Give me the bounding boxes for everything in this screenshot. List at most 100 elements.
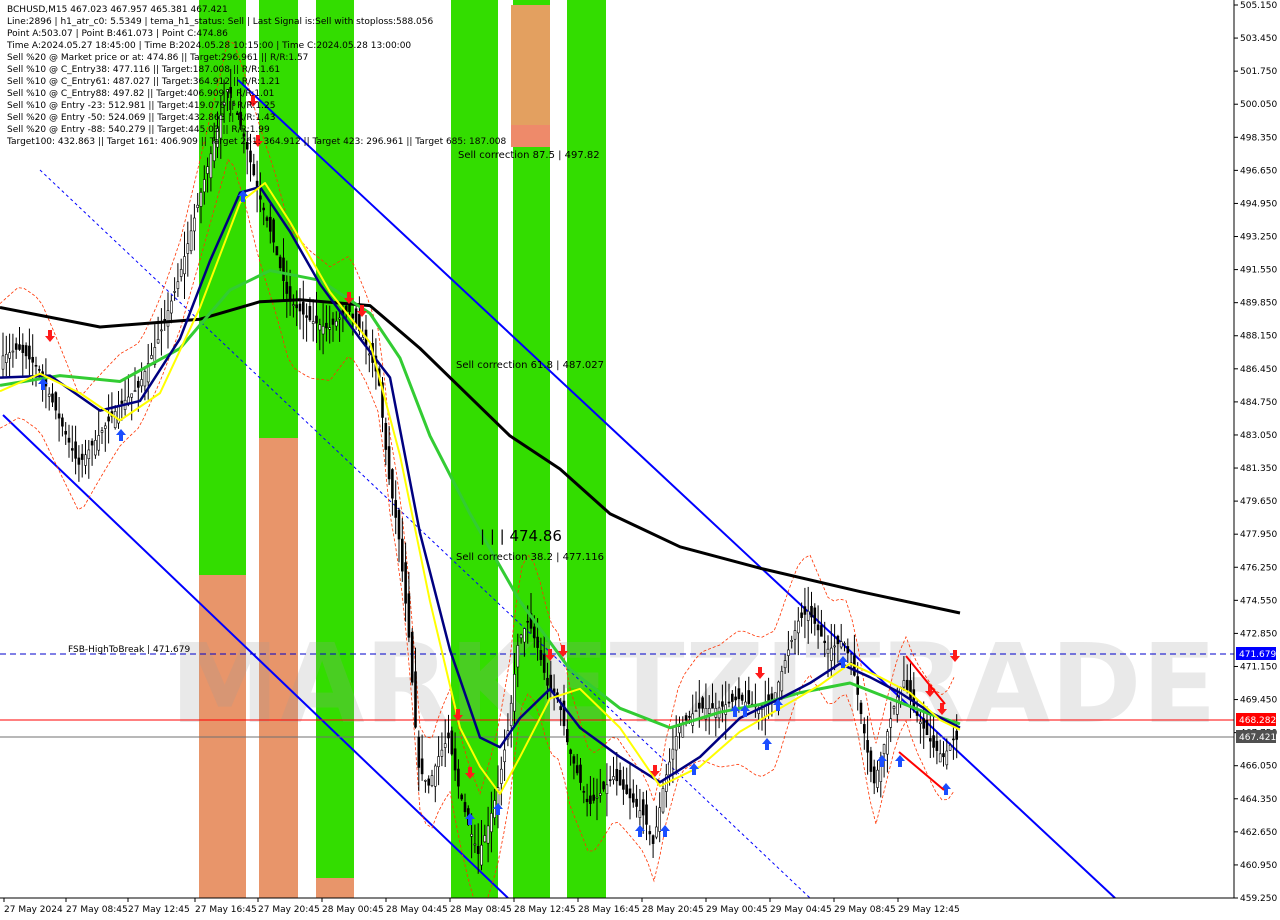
candle — [130, 393, 133, 421]
candle — [400, 518, 404, 582]
candle-body — [143, 371, 147, 387]
candle-body — [100, 430, 104, 433]
candle-body — [170, 300, 173, 314]
info-line: Sell %10 @ C_Entry38: 477.116 || Target:… — [7, 65, 281, 75]
time-tick-label: 28 May 16:45 — [578, 905, 640, 915]
candle — [298, 287, 302, 330]
candle — [430, 769, 434, 788]
candle-body — [697, 702, 701, 709]
price-tick-label: 496.650 — [1240, 166, 1277, 176]
candle-body — [437, 756, 440, 768]
candle — [404, 542, 407, 622]
candle — [424, 779, 427, 793]
candle-body — [625, 784, 629, 794]
candle-body — [417, 736, 421, 768]
fsb-price-tag-text: 471.679 — [1239, 650, 1276, 660]
candle-body — [843, 643, 846, 645]
candle — [612, 756, 615, 785]
price-tick-label: 469.450 — [1240, 696, 1277, 706]
candle-body — [351, 313, 355, 319]
candle — [21, 333, 25, 376]
candle-body — [249, 150, 252, 163]
candle-body — [433, 765, 437, 787]
price-tick-label: 489.850 — [1240, 299, 1277, 309]
time-axis[interactable]: 27 May 2024 27 May 08:45 27 May 12:45 27 Ma… — [0, 897, 1234, 915]
candle-body — [816, 624, 820, 631]
price-tick-label: 462.650 — [1240, 828, 1277, 838]
time-tick-label: 28 May 08:45 — [450, 905, 512, 915]
candle-body — [31, 356, 35, 363]
candle-body — [328, 327, 332, 330]
candle-body — [490, 813, 493, 833]
zone-bar-top — [511, 5, 550, 125]
candle-body — [655, 826, 658, 838]
candle-body — [582, 791, 586, 793]
candle — [14, 337, 18, 359]
zone-bar-top — [511, 125, 550, 147]
candle-body — [54, 392, 58, 411]
buy-arrow-icon — [116, 429, 126, 441]
candle-body — [532, 626, 536, 639]
candle-body — [367, 353, 371, 356]
candle — [608, 765, 612, 787]
candle — [170, 295, 173, 324]
candle-body — [104, 425, 107, 429]
sell-correction-382-label: Sell correction 38.2 | 477.116 — [456, 552, 604, 563]
candle-body — [301, 301, 305, 315]
candle-body — [648, 831, 652, 835]
candle — [648, 825, 652, 846]
candle — [107, 394, 110, 444]
candle-body — [285, 281, 289, 294]
candle-body — [905, 679, 909, 691]
candle — [427, 775, 431, 794]
candle-body — [272, 219, 275, 243]
candle-body — [793, 630, 797, 640]
candle — [618, 762, 622, 786]
candle-body — [391, 469, 394, 499]
candle — [631, 779, 635, 808]
candle-body — [259, 195, 262, 200]
candle-body — [565, 729, 569, 743]
candle-body — [163, 318, 166, 321]
time-tick-label: 27 May 16:45 — [195, 905, 257, 915]
candle-body — [107, 416, 110, 422]
price-axis[interactable]: 505.150 503.450 501.750 500.050 498.350 496.6… — [1233, 0, 1277, 904]
price-tick-label: 486.450 — [1240, 365, 1277, 375]
candle-body — [612, 776, 615, 781]
candle-body — [199, 192, 203, 207]
candle-body — [598, 793, 602, 796]
candle-body — [674, 736, 678, 751]
candle — [641, 791, 645, 834]
candle-body — [499, 768, 503, 784]
candle-body — [470, 834, 473, 837]
candle-body — [641, 799, 645, 816]
candle-body — [513, 674, 516, 712]
candle — [622, 766, 625, 805]
candle — [876, 760, 879, 793]
price-tick-label: 501.750 — [1240, 67, 1277, 77]
candle-body — [61, 417, 64, 427]
candle-body — [909, 680, 912, 701]
candle-body — [572, 756, 576, 764]
price-tick-label: 481.350 — [1240, 464, 1277, 474]
candle-body — [661, 788, 665, 813]
candle-body — [97, 435, 100, 451]
candle — [123, 377, 127, 416]
candle-body — [836, 635, 840, 645]
candle — [869, 746, 873, 783]
candle — [127, 374, 130, 407]
price-tick-label: 459.250 — [1240, 894, 1277, 904]
candle-body — [780, 671, 784, 692]
candle — [80, 444, 84, 478]
candle-body — [671, 748, 675, 760]
candle-body — [5, 353, 8, 363]
price-tick-label: 460.950 — [1240, 861, 1277, 871]
time-tick-label: 27 May 12:45 — [128, 905, 190, 915]
candle-body — [440, 749, 444, 757]
candle-body — [262, 207, 266, 211]
candle — [305, 303, 308, 342]
price-tick-label: 500.050 — [1240, 100, 1277, 110]
price-tick-label: 464.350 — [1240, 795, 1277, 805]
price-tick-label: 491.550 — [1240, 266, 1277, 276]
candle-body — [919, 721, 922, 725]
